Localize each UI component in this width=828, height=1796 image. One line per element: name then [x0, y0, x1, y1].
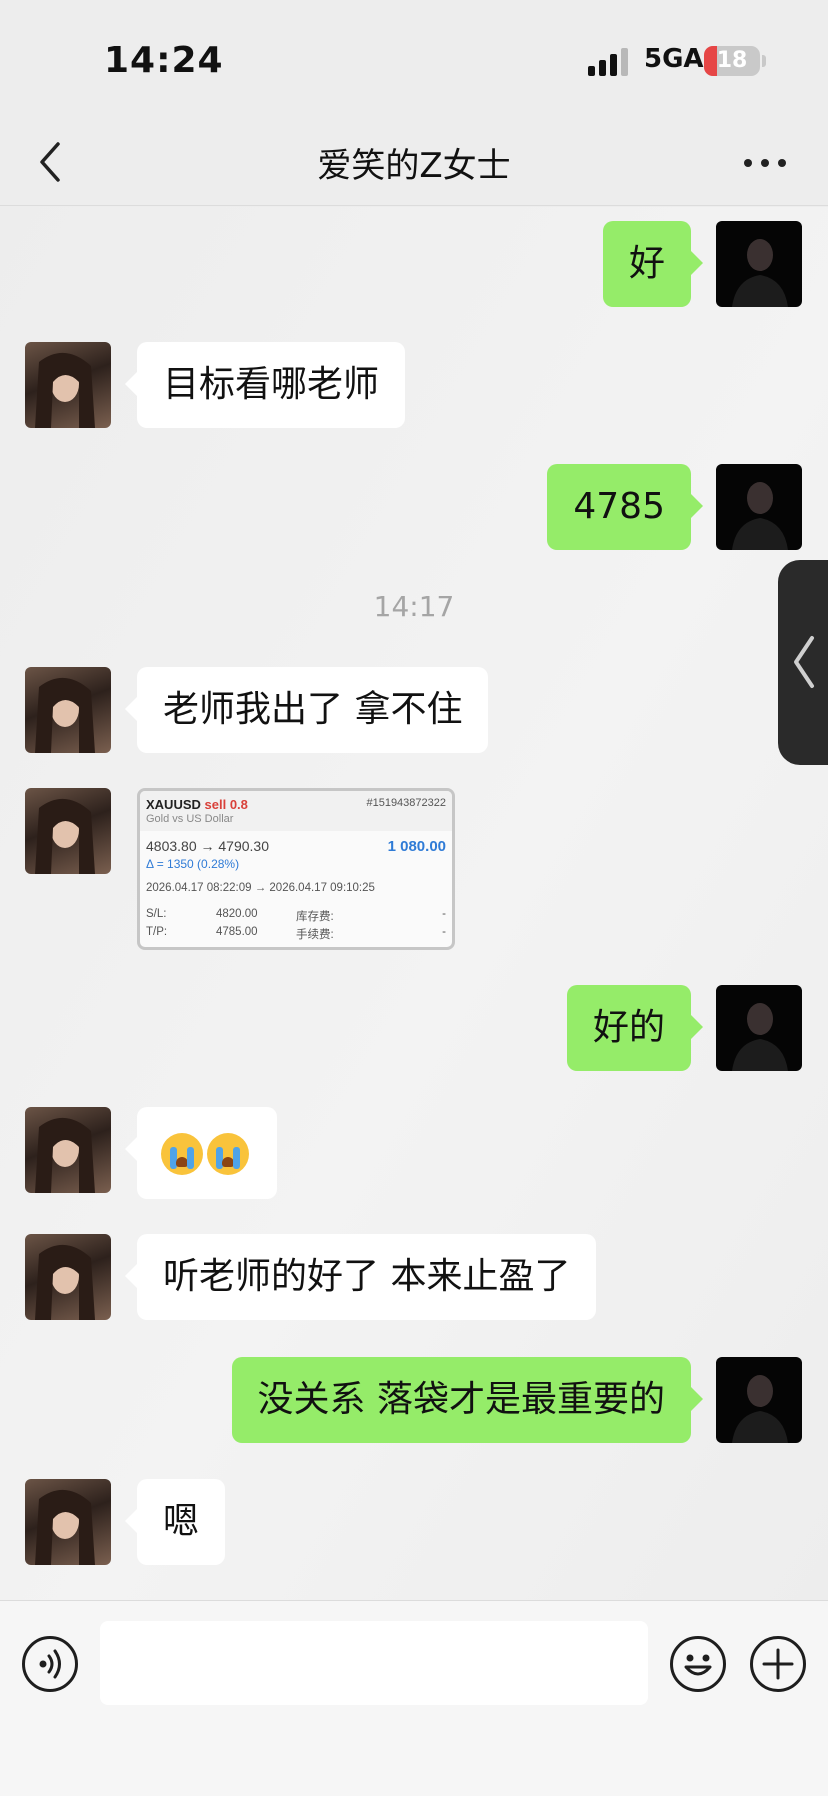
trade-dates: 2026.04.17 08:22:09 → 2026.04.17 09:10:2…: [146, 882, 375, 894]
more-button[interactable]: [740, 142, 790, 182]
signal-icon: [588, 48, 632, 76]
voice-icon: [39, 1649, 61, 1679]
message-bubble-incoming[interactable]: 老师我出了 拿不住: [124, 667, 489, 753]
nav-bar: 爱笑的Z女士: [0, 120, 828, 206]
avatar-image: [35, 798, 95, 874]
network-type: 5GA: [644, 44, 704, 74]
message-bubble-outgoing[interactable]: 好的: [566, 985, 704, 1071]
contact-avatar[interactable]: [25, 1107, 111, 1193]
trade-price: 4803.80 → 4790.30: [146, 838, 269, 854]
my-avatar[interactable]: [716, 1357, 802, 1443]
trade-screenshot-image[interactable]: XAUUSD sell 0.8 #151943872322 Gold vs US…: [137, 788, 455, 950]
sl-label: S/L:: [146, 908, 167, 920]
plus-icon: [762, 1648, 794, 1680]
avatar-image: [732, 1003, 788, 1071]
swap-label: 库存费:: [296, 911, 334, 923]
fee-label: 手续费:: [296, 929, 334, 941]
message-bubble-incoming[interactable]: 目标看哪老师: [124, 342, 406, 428]
my-avatar[interactable]: [716, 221, 802, 307]
message-bubble-incoming[interactable]: 听老师的好了 本来止盈了: [124, 1234, 597, 1320]
floating-side-handle[interactable]: [778, 560, 828, 765]
battery-icon: 18: [704, 46, 760, 76]
more-dot: [778, 159, 786, 167]
tp-value: 4785.00: [216, 926, 258, 938]
contact-avatar[interactable]: [25, 1234, 111, 1320]
contact-avatar[interactable]: [25, 342, 111, 428]
crying-face-icon: [207, 1133, 249, 1175]
message-input[interactable]: [100, 1621, 648, 1705]
sl-value: 4820.00: [216, 908, 258, 920]
message-bubble-outgoing[interactable]: 4785: [547, 464, 703, 550]
emoji-button[interactable]: [670, 1636, 726, 1692]
contact-avatar[interactable]: [25, 788, 111, 874]
trade-side: sell 0.8: [204, 797, 248, 812]
trade-delta: Δ = 1350 (0.28%): [146, 857, 240, 871]
more-dot: [761, 159, 769, 167]
avatar-image: [732, 239, 788, 307]
plus-button[interactable]: [750, 1636, 806, 1692]
avatar-image: [35, 1244, 95, 1320]
trade-order-id: #151943872322: [366, 797, 446, 809]
message-bubble-incoming[interactable]: 嗯: [124, 1479, 226, 1565]
input-bar: [0, 1600, 828, 1796]
emoji-icon: [684, 1654, 712, 1676]
avatar-image: [732, 482, 788, 550]
trade-symbol-line: XAUUSD sell 0.8: [146, 797, 248, 812]
trade-profit: 1 080.00: [387, 838, 446, 855]
message-bubble-incoming-emoji[interactable]: [125, 1107, 277, 1199]
contact-avatar[interactable]: [25, 1479, 111, 1565]
trade-description: Gold vs US Dollar: [146, 813, 234, 825]
battery-level: 18: [716, 48, 748, 73]
avatar-image: [35, 677, 95, 753]
status-time: 14:24: [104, 40, 224, 81]
my-avatar[interactable]: [716, 985, 802, 1071]
message-bubble-outgoing[interactable]: 好: [602, 221, 704, 307]
fee-value: -: [442, 926, 446, 938]
message-timestamp: 14:17: [373, 590, 455, 623]
voice-button[interactable]: [22, 1636, 78, 1692]
avatar-image: [35, 1489, 95, 1565]
battery-tip: [762, 55, 766, 67]
avatar-image: [35, 352, 95, 428]
tp-label: T/P:: [146, 926, 168, 938]
chevron-left-icon: [794, 636, 814, 688]
more-dots-icon: [744, 159, 752, 167]
message-bubble-outgoing[interactable]: 没关系 落袋才是最重要的: [231, 1357, 704, 1443]
status-bar: 14:24 5GA 18: [0, 0, 828, 120]
contact-avatar[interactable]: [25, 667, 111, 753]
chat-area[interactable]: 好 目标看哪老师 4785 14:17 老师我出了 拿不住 XAUUSD sel…: [0, 207, 828, 1600]
crying-face-icon: [161, 1133, 203, 1175]
my-avatar[interactable]: [716, 464, 802, 550]
chat-title: 爱笑的Z女士: [317, 146, 511, 186]
trade-symbol: XAUUSD: [146, 797, 201, 812]
avatar-image: [35, 1117, 95, 1193]
swap-value: -: [442, 908, 446, 920]
avatar-image: [732, 1375, 788, 1443]
